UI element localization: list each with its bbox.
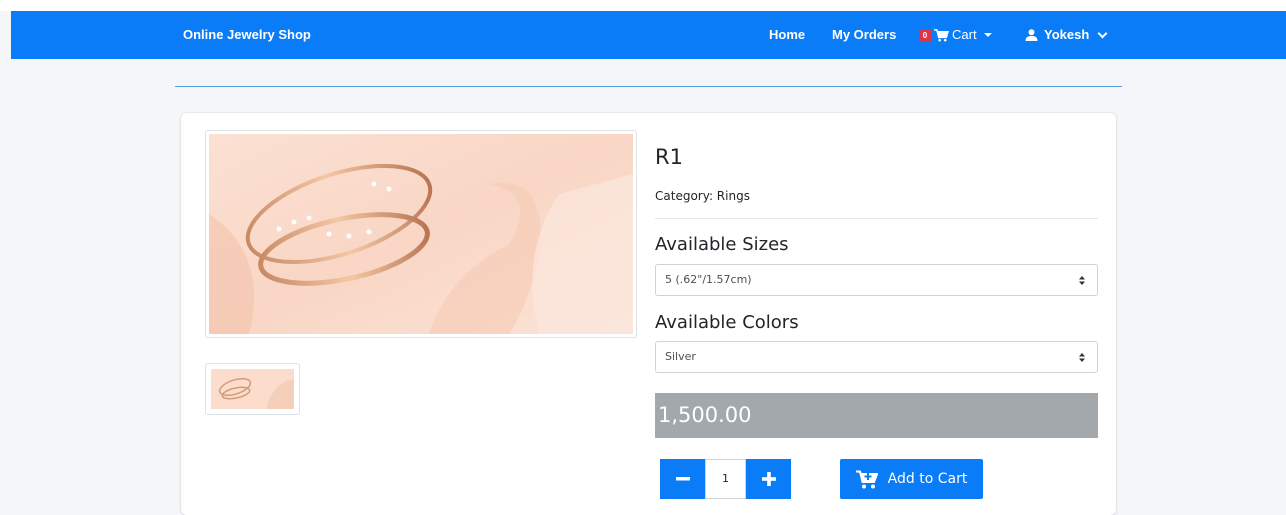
size-select[interactable]: 5 (.62"/1.57cm) <box>655 264 1098 296</box>
plus-icon <box>761 472 776 486</box>
product-title: R1 <box>655 145 683 169</box>
size-select-value: 5 (.62"/1.57cm) <box>665 273 752 286</box>
color-select-value: Silver <box>665 350 696 363</box>
navbar: Online Jewelry Shop Home My Orders 0 Car… <box>11 11 1286 59</box>
user-name: Yokesh <box>1044 27 1090 42</box>
nav-home[interactable]: Home <box>769 11 805 59</box>
quantity-input[interactable]: 1 <box>705 459 746 499</box>
cart-count-badge: 0 <box>919 28 931 42</box>
nav-my-orders[interactable]: My Orders <box>832 11 896 59</box>
select-arrows-icon <box>1079 353 1085 362</box>
chevron-down-icon <box>983 33 992 37</box>
product-main-image[interactable] <box>205 130 637 338</box>
product-category: Category: Rings <box>655 189 750 203</box>
product-card: R1 Category: Rings Available Sizes 5 (.6… <box>181 113 1116 515</box>
available-sizes-label: Available Sizes <box>655 234 789 255</box>
select-arrows-icon <box>1079 276 1085 285</box>
cart-plus-icon <box>855 470 878 488</box>
color-select[interactable]: Silver <box>655 341 1098 373</box>
header-divider <box>175 86 1122 87</box>
divider <box>655 218 1098 219</box>
cart-icon <box>934 28 949 41</box>
add-to-cart-label: Add to Cart <box>887 471 968 487</box>
top-strip <box>0 0 1286 11</box>
quantity-increment-button[interactable] <box>746 459 791 499</box>
cart-label: Cart <box>952 27 977 42</box>
brand-link[interactable]: Online Jewelry Shop <box>183 11 311 59</box>
product-price: 1,500.00 <box>655 393 1098 438</box>
nav-cart-dropdown[interactable]: 0 Cart <box>919 11 992 59</box>
user-menu-dropdown[interactable]: Yokesh <box>1025 11 1108 59</box>
ring-thumbnail-image <box>211 369 294 409</box>
quantity-decrement-button[interactable] <box>660 459 705 499</box>
minus-icon <box>675 477 690 481</box>
add-to-cart-button[interactable]: Add to Cart <box>840 459 983 499</box>
ring-image <box>209 134 633 334</box>
chevron-down-icon <box>1097 28 1108 38</box>
available-colors-label: Available Colors <box>655 312 799 333</box>
product-thumbnail[interactable] <box>205 363 300 415</box>
user-icon <box>1025 29 1038 41</box>
